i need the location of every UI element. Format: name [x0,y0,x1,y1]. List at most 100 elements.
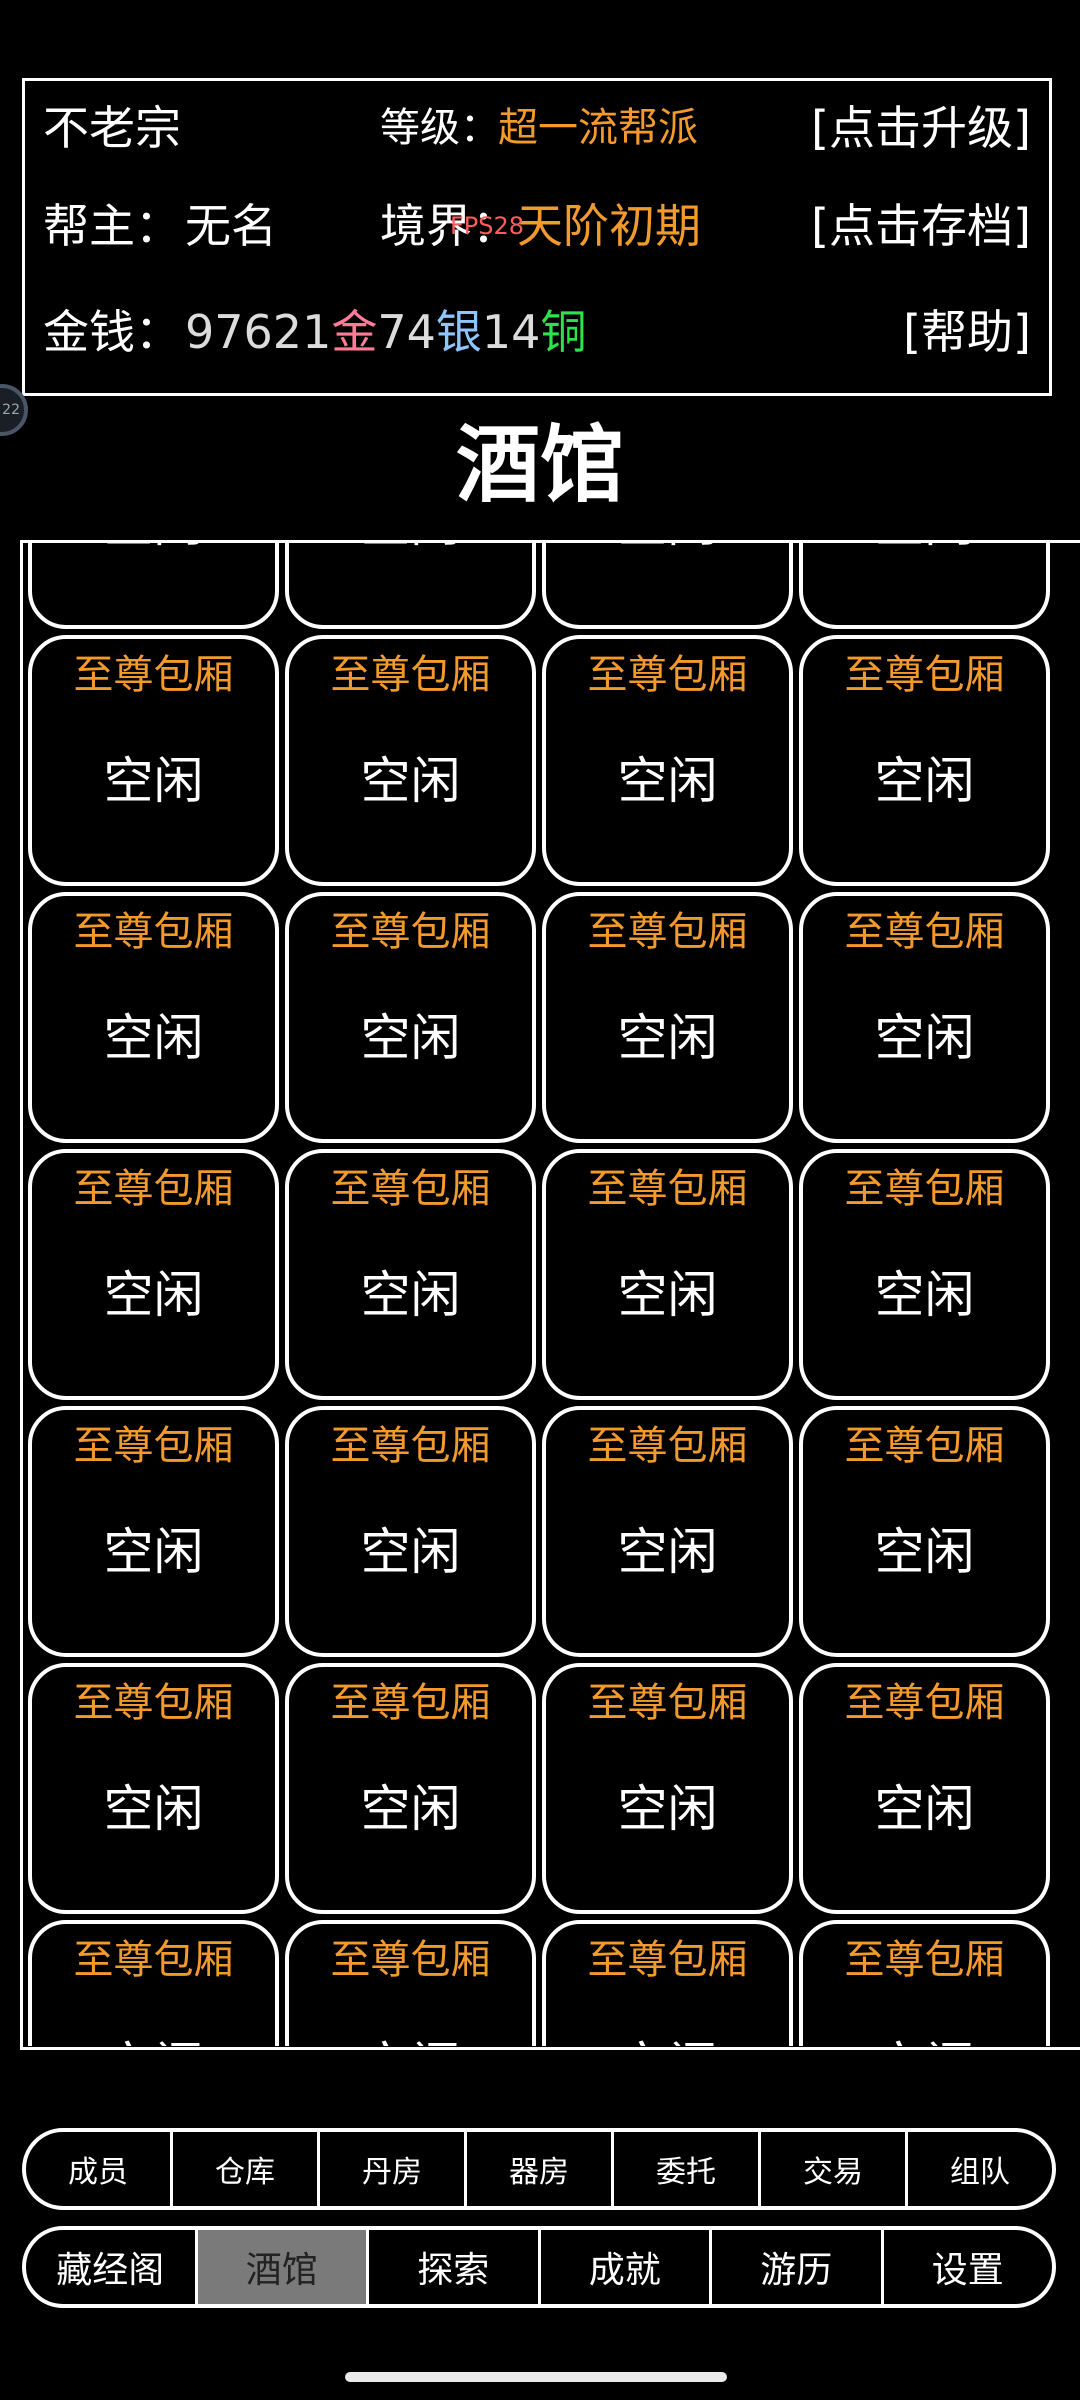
room-grid: 空闲空闲空闲空闲至尊包厢空闲至尊包厢空闲至尊包厢空闲至尊包厢空闲至尊包厢空闲至尊… [28,543,1050,2046]
room-card[interactable]: 至尊包厢空闲 [285,892,536,1143]
nav-tab-nav_bottom-1[interactable]: 酒馆 [197,2230,369,2304]
sect-info-panel: 不老宗 等级： 超一流帮派 [点击升级] 帮主： 无名 境界： 天阶初期 [点击… [22,78,1052,396]
room-status: 空闲 [32,543,275,554]
room-name: 至尊包厢 [73,1166,234,1212]
room-status: 空闲 [617,1780,718,1838]
room-card[interactable]: 至尊包厢空闲 [28,1663,279,1914]
nav-tab-nav_top-6[interactable]: 组队 [908,2132,1052,2206]
room-name: 至尊包厢 [587,1166,748,1212]
home-indicator[interactable] [345,2372,727,2382]
room-card[interactable]: 至尊包厢空闲 [542,635,793,886]
nav-tab-nav_bottom-0[interactable]: 藏经阁 [26,2230,198,2304]
nav-tab-nav_top-4[interactable]: 委托 [614,2132,761,2206]
nav-bar-secondary: 藏经阁 酒馆 探索 成就 游历 设置 [22,2226,1056,2308]
room-card[interactable]: 至尊包厢空闲 [285,1406,536,1657]
copper-amount: 14 [481,305,541,359]
room-name: 至尊包厢 [587,1423,748,1469]
room-card-partial[interactable]: 空闲 [542,543,793,629]
room-card[interactable]: 至尊包厢空闲 [28,635,279,886]
room-card[interactable]: 至尊包厢空闲 [28,1149,279,1400]
room-card[interactable]: 至尊包厢空闲 [542,1149,793,1400]
level-value: 超一流帮派 [498,105,698,151]
room-card[interactable]: 至尊包厢空闲 [799,1149,1050,1400]
room-name: 至尊包厢 [330,1423,491,1469]
room-name: 至尊包厢 [587,1680,748,1726]
room-card[interactable]: 至尊包厢空闲 [799,1406,1050,1657]
nav-tab-nav_top-5[interactable]: 交易 [761,2132,908,2206]
room-card[interactable]: 至尊包厢空闲 [285,1663,536,1914]
money-label: 金钱： [43,305,181,359]
room-name: 至尊包厢 [844,1166,1005,1212]
room-card[interactable]: 至尊包厢空闲 [799,1663,1050,1914]
room-status: 空闲 [103,1009,204,1067]
room-status: 空闲 [360,1523,461,1581]
room-status: 空闲 [803,543,1046,554]
room-name: 至尊包厢 [587,652,748,698]
room-card[interactable]: 至尊包厢空闲 [542,1663,793,1914]
room-status: 空闲 [103,1780,204,1838]
nav-tab-nav_top-3[interactable]: 器房 [467,2132,614,2206]
save-button[interactable]: [点击存档] [811,191,1031,261]
header-row-1: 不老宗 等级： 超一流帮派 [点击升级] [25,93,1049,163]
room-name: 至尊包厢 [73,1680,234,1726]
room-name: 至尊包厢 [330,909,491,955]
room-status: 空闲 [617,1523,718,1581]
nav-tab-nav_bottom-4[interactable]: 游历 [712,2230,884,2304]
room-card[interactable]: 至尊包厢空闲 [28,1920,279,2046]
copper-unit: 铜 [540,305,587,359]
room-status: 空闲 [617,1266,718,1324]
room-status: 空闲 [360,752,461,810]
gold-amount: 97621 [185,305,332,359]
leader-label: 帮主： [43,199,181,253]
nav-bar-primary: 成员 仓库 丹房 器房 委托 交易 组队 [22,2128,1056,2210]
room-name: 至尊包厢 [844,1423,1005,1469]
nav-tab-nav_top-1[interactable]: 仓库 [173,2132,320,2206]
nav-tab-nav_bottom-2[interactable]: 探索 [369,2230,541,2304]
nav-tab-nav_top-2[interactable]: 丹房 [320,2132,467,2206]
room-status: 空闲 [546,543,789,554]
nav-tab-nav_top-0[interactable]: 成员 [26,2132,173,2206]
room-status: 空闲 [874,1009,975,1067]
nav-tab-nav_bottom-5[interactable]: 设置 [884,2230,1053,2304]
room-card-partial[interactable]: 空闲 [799,543,1050,629]
room-card[interactable]: 至尊包厢空闲 [285,1149,536,1400]
header-row-3: 金钱： 97621金74银14铜 [帮助] [25,297,1049,367]
room-card[interactable]: 至尊包厢空闲 [542,1920,793,2046]
room-card[interactable]: 至尊包厢空闲 [285,1920,536,2046]
room-card-partial[interactable]: 空闲 [28,543,279,629]
upgrade-button[interactable]: [点击升级] [811,93,1031,163]
nav-tab-nav_bottom-3[interactable]: 成就 [541,2230,712,2304]
room-grid-viewport[interactable]: 空闲空闲空闲空闲至尊包厢空闲至尊包厢空闲至尊包厢空闲至尊包厢空闲至尊包厢空闲至尊… [22,543,1062,2046]
room-card[interactable]: 至尊包厢空闲 [28,1406,279,1657]
fps-counter: FPS28 [450,212,525,240]
room-status: 空闲 [289,2036,532,2046]
room-status: 空闲 [617,1009,718,1067]
room-card[interactable]: 至尊包厢空闲 [542,1406,793,1657]
room-status: 空闲 [803,2036,1046,2046]
room-name: 至尊包厢 [330,652,491,698]
room-card[interactable]: 至尊包厢空闲 [542,892,793,1143]
sect-name: 不老宗 [43,101,181,155]
room-status: 空闲 [360,1266,461,1324]
room-status: 空闲 [103,1523,204,1581]
room-name: 至尊包厢 [330,1166,491,1212]
room-status: 空闲 [103,752,204,810]
realm-value: 天阶初期 [517,199,701,253]
money-display: 97621金74银14铜 [185,297,586,367]
room-status: 空闲 [874,1523,975,1581]
room-name: 至尊包厢 [73,1423,234,1469]
help-button[interactable]: [帮助] [903,297,1031,367]
room-status: 空闲 [874,1266,975,1324]
room-card-partial[interactable]: 空闲 [285,543,536,629]
room-status: 空闲 [546,2036,789,2046]
room-card[interactable]: 至尊包厢空闲 [799,635,1050,886]
room-card[interactable]: 至尊包厢空闲 [285,635,536,886]
room-name: 至尊包厢 [73,1937,234,1983]
room-status: 空闲 [874,1780,975,1838]
leader-name: 无名 [185,199,277,253]
room-card[interactable]: 至尊包厢空闲 [28,892,279,1143]
room-status: 空闲 [32,2036,275,2046]
room-card[interactable]: 至尊包厢空闲 [799,892,1050,1143]
room-card[interactable]: 至尊包厢空闲 [799,1920,1050,2046]
page-title: 酒馆 [455,416,624,514]
